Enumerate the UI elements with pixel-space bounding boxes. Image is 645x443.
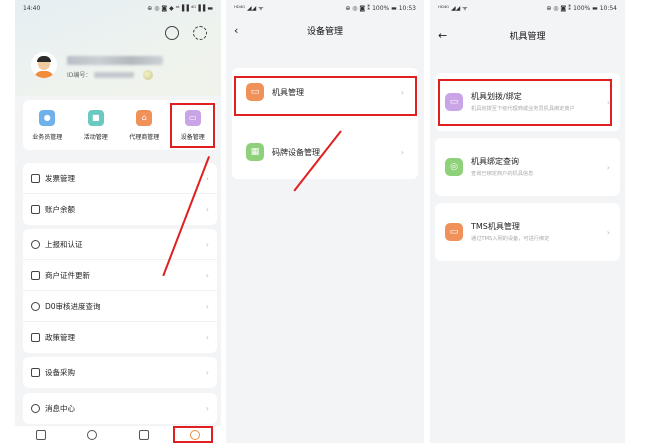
policy-icon: [31, 333, 40, 342]
menu-label: 码牌设备管理: [272, 147, 320, 157]
back-icon[interactable]: ‹: [234, 24, 238, 37]
menu-policy[interactable]: 政策管理 ›: [23, 322, 217, 353]
invoice-icon: [31, 173, 40, 183]
menu-message-center[interactable]: 消息中心 ›: [23, 393, 217, 424]
chevron-right-icon: ›: [400, 147, 404, 157]
cart-icon: [31, 368, 40, 377]
menu-group-purchase: 设备采购 ›: [23, 357, 217, 388]
menu-label: 政策管理: [45, 333, 75, 342]
card-desc: 查询已绑定商户的机具信息: [471, 171, 534, 177]
user-id: ID编号：: [67, 70, 135, 79]
shortcut-salesman[interactable]: ● 业务员管理: [24, 109, 70, 141]
clock-icon: [31, 301, 40, 311]
person-icon: ●: [39, 109, 56, 126]
stats-icon[interactable]: [138, 430, 149, 440]
card-title: TMS机具管理: [471, 222, 520, 231]
page-title: 机具管理: [509, 31, 546, 42]
chevron-right-icon: ›: [205, 205, 209, 214]
menu-invoice[interactable]: 发票管理 ›: [23, 163, 217, 194]
chevron-right-icon: ›: [205, 270, 209, 280]
chevron-right-icon: ›: [606, 227, 610, 237]
menu-label: D0审核进度查询: [45, 301, 101, 311]
document-icon: [31, 270, 40, 280]
card-title: 机具绑定查询: [471, 157, 519, 166]
chevron-right-icon: ›: [205, 333, 209, 342]
chevron-right-icon: ›: [205, 301, 209, 311]
chevron-right-icon: ›: [205, 173, 209, 183]
status-right: ⊕ ◎ ◙ ⁑ 100% ▬ 10:54: [546, 4, 617, 12]
shortcut-label: 代理商管理: [129, 133, 160, 141]
menu-label: 商户证件更新: [45, 270, 90, 280]
shortcut-agent[interactable]: ⌂ 代理商管理: [121, 109, 167, 141]
menu-group-finance: 发票管理 › 账户余额 ›: [23, 163, 217, 225]
status-bar: ᴴᴰ⁴ᴳ ◢◢ ᯤ ⊕ ◎ ◙ ⁑ 100% ▬ 10:54: [430, 0, 625, 16]
user-name-redacted: [67, 56, 163, 65]
headset-icon[interactable]: [165, 26, 179, 40]
user-id-label: ID编号：: [67, 72, 92, 79]
flag-icon: ■: [87, 109, 104, 126]
qr-code-icon: ▦: [246, 143, 264, 161]
card-tms-management[interactable]: ▭ TMS机具管理 通过TMS入网的设备，可进行绑定 ›: [435, 203, 620, 261]
status-signal: ᴴᴰ⁴ᴳ ◢◢ ᯤ: [234, 5, 264, 12]
chevron-right-icon: ›: [205, 239, 209, 249]
menu-group-messages: 消息中心 ›: [23, 393, 217, 424]
menu-label: 设备采购: [45, 368, 75, 377]
highlight-terminal-transfer: [438, 79, 612, 126]
shortcut-activity[interactable]: ■ 活动管理: [73, 109, 119, 141]
menu-group-merchant: 上报和认证 › 商户证件更新 › D0审核进度查询 › 政策管理 ›: [23, 229, 217, 353]
status-time: 14:40: [23, 4, 41, 12]
page-title: 设备管理: [306, 26, 343, 37]
back-arrow-icon[interactable]: ←: [438, 29, 447, 42]
shortcut-label: 活动管理: [83, 133, 108, 141]
highlight-profile-tab: [173, 426, 213, 443]
chevron-right-icon: ›: [205, 404, 209, 413]
card-terminal-query[interactable]: ◎ 机具绑定查询 查询已绑定商户的机具信息 ›: [435, 138, 620, 196]
menu-report-auth[interactable]: 上报和认证 ›: [23, 229, 217, 260]
screen-terminal-management: ᴴᴰ⁴ᴳ ◢◢ ᯤ ⊕ ◎ ◙ ⁑ 100% ▬ 10:54 ← 机具管理 ▭ …: [430, 0, 625, 443]
screen-device-management: ᴴᴰ⁴ᴳ ◢◢ ᯤ ⊕ ◎ ◙ ⁑ 100% ▬ 10:53 ‹ 设备管理 ▭ …: [226, 0, 424, 443]
wallet-icon: [31, 205, 40, 214]
menu-device-purchase[interactable]: 设备采购 ›: [23, 357, 217, 388]
menu-label: 发票管理: [45, 173, 75, 183]
decoration-ball: [143, 70, 153, 80]
terminal-icon: ▭: [445, 223, 463, 241]
chevron-right-icon: ›: [205, 368, 209, 377]
status-right: ⊕ ◎ ◙ ⁑ 100% ▬ 10:53: [345, 4, 416, 12]
nav-bar: ‹ 设备管理: [226, 16, 424, 44]
settings-icon[interactable]: [193, 26, 207, 40]
highlight-terminal-management: [234, 76, 417, 116]
shield-icon: [31, 239, 40, 249]
menu-label: 账户余额: [45, 205, 75, 214]
screen-profile: 14:40 ⊕ ◎ ◙ ◆ ᵃᵗ▐▐ ⁴ᴳ▐▐ ▬ ID编号： ● 业务员管理 …: [15, 0, 221, 443]
menu-label: 消息中心: [45, 404, 75, 413]
card-desc: 通过TMS入网的设备，可进行绑定: [471, 236, 550, 242]
shop-icon: ⌂: [136, 109, 153, 126]
menu-d0-review[interactable]: D0审核进度查询 ›: [23, 291, 217, 322]
message-icon: [31, 404, 40, 413]
highlight-device-management: [170, 103, 215, 148]
menu-license-update[interactable]: 商户证件更新 ›: [23, 260, 217, 291]
search-icon[interactable]: [87, 430, 98, 440]
home-icon[interactable]: [35, 430, 46, 440]
chevron-right-icon: ›: [606, 162, 610, 172]
menu-label: 上报和认证: [45, 239, 83, 249]
status-bar: 14:40 ⊕ ◎ ◙ ◆ ᵃᵗ▐▐ ⁴ᴳ▐▐ ▬: [15, 0, 221, 16]
nav-bar: ← 机具管理: [430, 16, 625, 54]
shortcut-label: 业务员管理: [32, 133, 63, 141]
search-icon: ◎: [445, 158, 463, 176]
status-signal: ᴴᴰ⁴ᴳ ◢◢ ᯤ: [438, 5, 468, 12]
status-bar: ᴴᴰ⁴ᴳ ◢◢ ᯤ ⊕ ◎ ◙ ⁑ 100% ▬ 10:53: [226, 0, 424, 16]
status-icons: ⊕ ◎ ◙ ◆ ᵃᵗ▐▐ ⁴ᴳ▐▐ ▬: [147, 4, 213, 12]
avatar[interactable]: [31, 52, 57, 78]
user-id-redacted: [94, 71, 135, 78]
